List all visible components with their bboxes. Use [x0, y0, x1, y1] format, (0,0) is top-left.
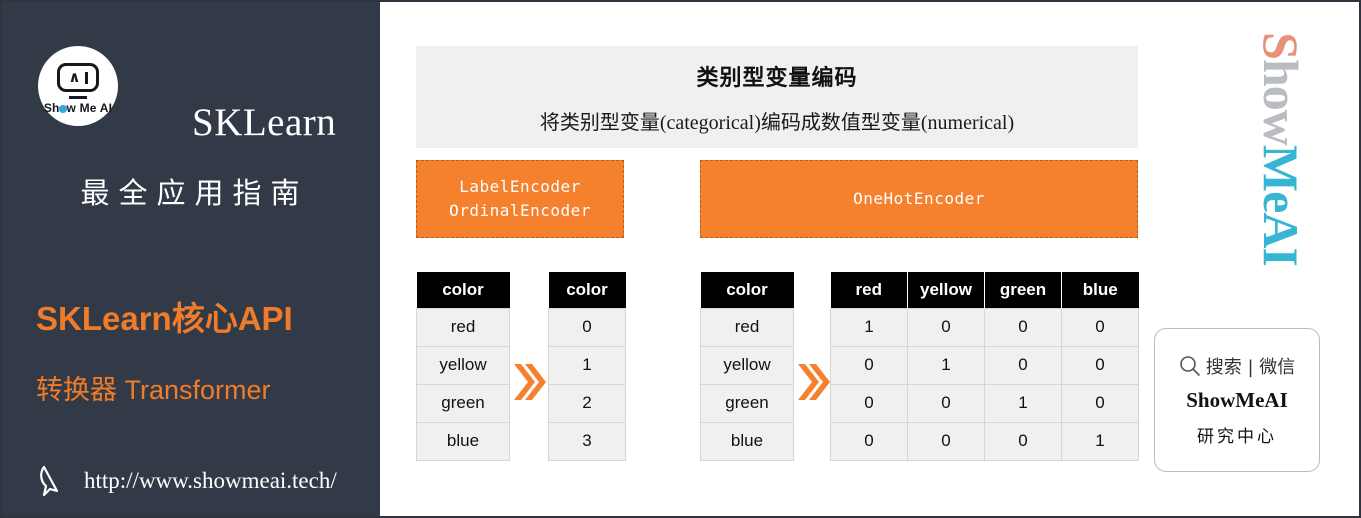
table-cell: yellow: [416, 345, 510, 385]
double-chevron-right-icon-1: [514, 364, 546, 400]
website-url-row[interactable]: http://www.showmeai.tech/: [38, 464, 337, 498]
table-header-row: color: [416, 272, 510, 308]
table-row: 0 0 1 0: [830, 383, 1139, 423]
table-cell: yellow: [700, 345, 794, 385]
encoder-label-line-1: LabelEncoder: [459, 177, 581, 196]
card-brand-sub: 研究中心: [1197, 427, 1277, 447]
logo-text-pre: Sh: [43, 101, 60, 115]
table-row: green: [700, 383, 794, 423]
robot-eye-i-icon: [84, 71, 88, 84]
table-row: red: [700, 307, 794, 347]
table-cell: red: [700, 307, 794, 347]
brand-subtitle: 最全应用指南: [80, 176, 309, 210]
table-cell: 1: [907, 345, 985, 385]
robot-chin-icon: [69, 96, 87, 99]
encoder-box-label-ordinal[interactable]: LabelEncoder OrdinalEncoder: [416, 160, 624, 238]
table-row: green: [416, 383, 510, 423]
table-row: yellow: [416, 345, 510, 385]
table-cell: 1: [830, 307, 908, 347]
topic-subtitle: 转换器 Transformer: [36, 375, 271, 405]
table-cell: 2: [548, 383, 626, 423]
column-header: yellow: [907, 272, 985, 308]
table-row: 0 0 0 1: [830, 421, 1139, 461]
encoder-box-onehot[interactable]: OneHotEncoder: [700, 160, 1138, 238]
table-header-row: color: [548, 272, 626, 308]
table-cell: 0: [1061, 307, 1139, 347]
table-row: 1: [548, 345, 626, 385]
table-label-input: color red yellow green blue: [416, 272, 510, 461]
table-cell: 0: [984, 345, 1062, 385]
table-onehot-output: red yellow green blue 1 0 0 0 0 1 0 0 0 …: [830, 272, 1139, 461]
table-header-row: color: [700, 272, 794, 308]
table-cell: 0: [1061, 345, 1139, 385]
slide-page: ∧ Sh w Me AI SKLearn 最全应用指南 SKLearn核心API …: [0, 0, 1361, 518]
table-row: 1 0 0 0: [830, 307, 1139, 347]
encoder-onehot-line-1: OneHotEncoder: [853, 189, 985, 208]
robot-eye-a-icon: ∧: [68, 68, 81, 86]
table-row: 0 1 0 0: [830, 345, 1139, 385]
column-header: green: [984, 272, 1062, 308]
table-cell: 1: [1061, 421, 1139, 461]
table-cell: 0: [907, 383, 985, 423]
table-row: red: [416, 307, 510, 347]
table-cell: 0: [984, 421, 1062, 461]
wechat-search-card[interactable]: 搜索 | 微信 ShowMeAI 研究中心: [1154, 328, 1320, 472]
column-header: color: [700, 272, 794, 308]
left-sidebar: ∧ Sh w Me AI SKLearn 最全应用指南 SKLearn核心API …: [2, 2, 380, 516]
table-cell: blue: [700, 421, 794, 461]
column-header: color: [548, 272, 626, 308]
table-row: 3: [548, 421, 626, 461]
logo-text-post: w Me AI: [66, 101, 113, 115]
table-cell: 0: [830, 383, 908, 423]
logo-wordmark: Sh w Me AI: [38, 101, 118, 115]
table-cell: 1: [984, 383, 1062, 423]
page-title: 类别型变量编码: [696, 65, 858, 91]
website-url-text: http://www.showmeai.tech/: [84, 468, 337, 493]
table-cell: 3: [548, 421, 626, 461]
column-header: blue: [1061, 272, 1139, 308]
table-row: 2: [548, 383, 626, 423]
section-header: 类别型变量编码 将类别型变量(categorical)编码成数值型变量(nume…: [416, 46, 1138, 148]
brand-logo: ∧ Sh w Me AI: [38, 46, 118, 126]
card-brand-name: ShowMeAI: [1186, 388, 1288, 412]
table-row: blue: [700, 421, 794, 461]
table-cell: green: [700, 383, 794, 423]
table-cell: blue: [416, 421, 510, 461]
mouse-pointer-icon: [40, 465, 59, 497]
topic-title: SKLearn核心API: [36, 300, 293, 337]
search-row: 搜索 | 微信: [1179, 353, 1296, 379]
table-cell: 0: [548, 307, 626, 347]
robot-face-icon: ∧: [57, 63, 99, 92]
table-cell: 0: [1061, 383, 1139, 423]
search-label: 搜索 | 微信: [1205, 357, 1296, 378]
table-header-row: red yellow green blue: [830, 272, 1139, 308]
table-row: 0: [548, 307, 626, 347]
magnifier-icon: [1179, 356, 1200, 376]
encoder-label-line-2: OrdinalEncoder: [449, 201, 591, 220]
table-cell: 0: [984, 307, 1062, 347]
table-cell: red: [416, 307, 510, 347]
column-header: red: [830, 272, 908, 308]
table-cell: 0: [907, 307, 985, 347]
double-chevron-right-icon-2: [798, 364, 830, 400]
brand-title: SKLearn: [192, 101, 337, 144]
table-cell: green: [416, 383, 510, 423]
table-cell: 0: [830, 421, 908, 461]
column-header: color: [416, 272, 510, 308]
table-onehot-input: color red yellow green blue: [700, 272, 794, 461]
table-cell: 1: [548, 345, 626, 385]
table-row: blue: [416, 421, 510, 461]
table-label-output: color 0 1 2 3: [548, 272, 626, 461]
table-row: yellow: [700, 345, 794, 385]
table-cell: 0: [830, 345, 908, 385]
logo-circle: ∧ Sh w Me AI: [38, 46, 118, 126]
page-subtitle: 将类别型变量(categorical)编码成数值型变量(numerical): [539, 111, 1015, 134]
table-cell: 0: [907, 421, 985, 461]
